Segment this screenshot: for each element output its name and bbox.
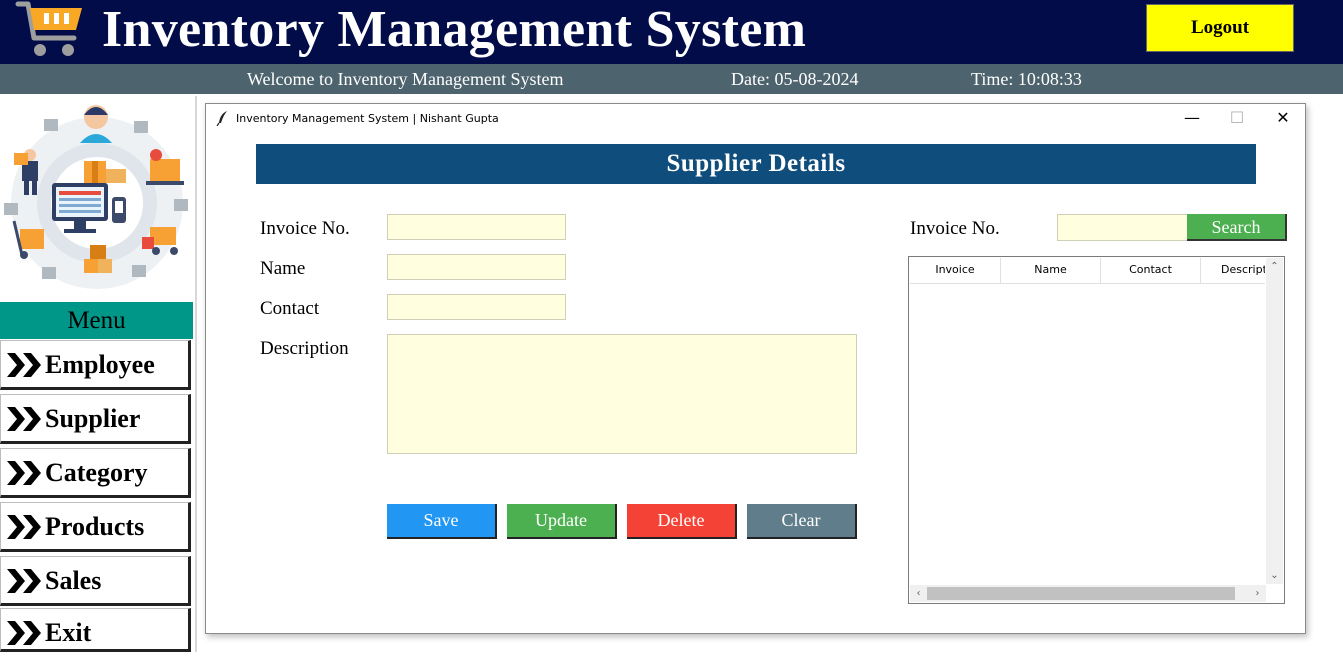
sidebar-item-exit[interactable]: Exit	[0, 608, 191, 652]
sidebar-item-sales[interactable]: Sales	[0, 556, 191, 606]
inventory-illustration-icon	[4, 105, 188, 289]
double-chevron-right-icon	[7, 461, 41, 485]
window-title: Inventory Management System | Nishant Gu…	[236, 112, 499, 125]
table-header: Invoice Name Contact Descripti	[910, 258, 1265, 284]
sidebar-item-label: Category	[45, 458, 148, 487]
sidebar-item-category[interactable]: Category	[0, 448, 191, 498]
vertical-scrollbar[interactable]: ⌃ ⌄	[1266, 258, 1283, 584]
save-button[interactable]: Save	[387, 504, 497, 539]
scroll-up-icon[interactable]: ⌃	[1266, 258, 1283, 275]
close-button[interactable]: ✕	[1269, 108, 1297, 128]
horizontal-scrollbar[interactable]: ‹ ›	[910, 585, 1266, 602]
sidebar-item-products[interactable]: Products	[0, 502, 191, 552]
minimize-button[interactable]: —	[1178, 108, 1206, 128]
clear-button[interactable]: Clear	[747, 504, 857, 539]
sidebar: Menu Employee Supplier Category Products…	[0, 96, 197, 652]
column-header-description[interactable]: Descripti	[1201, 258, 1265, 283]
contact-label: Contact	[260, 298, 320, 319]
column-header-invoice[interactable]: Invoice	[910, 258, 1001, 283]
logout-button[interactable]: Logout	[1146, 4, 1294, 52]
sidebar-item-employee[interactable]: Employee	[0, 340, 191, 390]
sidebar-item-label: Products	[45, 512, 145, 541]
shopping-cart-icon	[15, 1, 82, 56]
double-chevron-right-icon	[7, 569, 41, 593]
sidebar-item-label: Employee	[45, 350, 155, 379]
sidebar-item-label: Sales	[45, 566, 102, 595]
search-button[interactable]: Search	[1187, 214, 1287, 241]
supplier-window: Inventory Management System | Nishant Gu…	[205, 103, 1306, 634]
time-text: Time: 10:08:33	[971, 69, 1082, 89]
contact-field[interactable]	[387, 294, 566, 320]
name-label: Name	[260, 258, 306, 279]
supplier-table[interactable]: Invoice Name Contact Descripti ⌃ ⌄ ‹ ›	[908, 256, 1285, 604]
welcome-text: Welcome to Inventory Management System	[247, 69, 564, 89]
maximize-button[interactable]: ☐	[1223, 108, 1251, 128]
delete-button[interactable]: Delete	[627, 504, 737, 539]
app-title: Inventory Management System	[102, 1, 807, 58]
feather-icon	[216, 111, 227, 126]
date-text: Date: 05-08-2024	[731, 69, 859, 89]
double-chevron-right-icon	[7, 353, 41, 377]
double-chevron-right-icon	[7, 515, 41, 539]
header-bar: Inventory Management System Logout	[0, 0, 1343, 64]
search-input[interactable]	[1057, 214, 1188, 241]
description-field[interactable]	[387, 334, 857, 454]
search-invoice-label: Invoice No.	[910, 218, 1000, 239]
description-label: Description	[260, 338, 349, 359]
double-chevron-right-icon	[7, 621, 41, 645]
column-header-name[interactable]: Name	[1001, 258, 1101, 283]
invoice-field[interactable]	[387, 214, 566, 240]
sidebar-item-label: Exit	[45, 618, 92, 647]
column-header-contact[interactable]: Contact	[1101, 258, 1201, 283]
invoice-label: Invoice No.	[260, 218, 350, 239]
horizontal-scroll-thumb[interactable]	[927, 587, 1235, 600]
scroll-left-icon[interactable]: ‹	[910, 585, 927, 602]
menu-title: Menu	[0, 302, 193, 339]
update-button[interactable]: Update	[507, 504, 617, 539]
sidebar-item-label: Supplier	[45, 404, 141, 433]
name-field[interactable]	[387, 254, 566, 280]
scroll-right-icon[interactable]: ›	[1249, 585, 1266, 602]
sidebar-item-supplier[interactable]: Supplier	[0, 394, 191, 444]
status-bar: Welcome to Inventory Management System D…	[0, 64, 1343, 94]
scroll-down-icon[interactable]: ⌄	[1266, 567, 1283, 584]
double-chevron-right-icon	[7, 407, 41, 431]
page-title: Supplier Details	[256, 144, 1256, 184]
